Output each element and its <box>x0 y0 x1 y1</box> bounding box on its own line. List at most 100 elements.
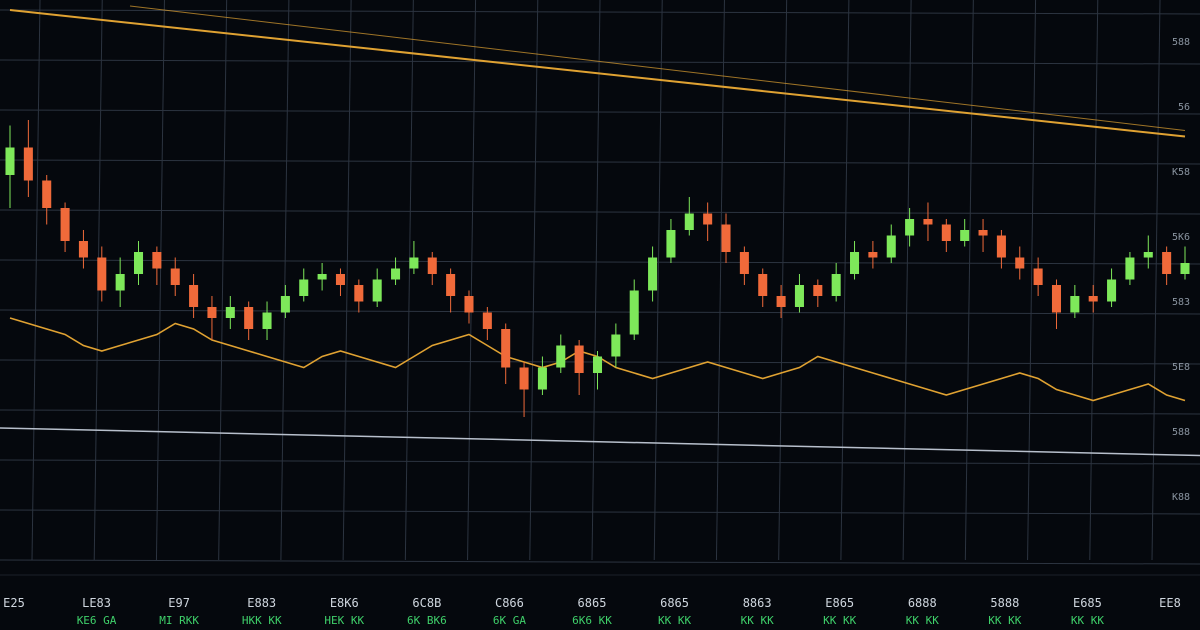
candle-body <box>280 296 290 313</box>
x-tick-sublabel: KK KK <box>906 614 939 627</box>
x-tick-label: 6888 <box>908 596 937 610</box>
x-tick-sublabel: KK KK <box>741 614 774 627</box>
candle-body <box>592 356 603 373</box>
chart-background <box>0 0 1200 630</box>
candle-body <box>648 257 658 291</box>
x-tick-label: C866 <box>495 596 524 610</box>
candle-body <box>1033 268 1043 285</box>
candle-body <box>684 213 694 230</box>
candle-body <box>23 147 33 181</box>
y-tick-label: 588 <box>1172 427 1190 438</box>
candle-body <box>501 329 511 368</box>
candle-body <box>354 285 364 302</box>
candle-body <box>905 219 915 236</box>
x-tick-label: EE8 <box>1159 596 1181 610</box>
candle-body <box>574 345 584 373</box>
x-tick-sublabel: HKK KK <box>242 614 282 627</box>
candle-body <box>133 252 144 274</box>
candle-body <box>1125 257 1135 280</box>
candle-body <box>1162 252 1172 274</box>
candle-body <box>611 334 621 357</box>
candle-body <box>831 274 841 296</box>
candle-body <box>794 285 804 307</box>
x-tick-label: 6C8B <box>412 596 441 610</box>
candle-body <box>1088 296 1098 302</box>
candle-body <box>556 345 566 368</box>
x-tick-label: 8863 <box>743 596 772 610</box>
candle-body <box>886 235 896 258</box>
x-tick-label: E97 <box>168 596 190 610</box>
x-tick-sublabel: KK KK <box>988 614 1021 627</box>
candle-body <box>941 224 951 241</box>
candle-body <box>1180 263 1190 274</box>
y-tick-label: K88 <box>1172 492 1190 503</box>
candle-body <box>409 257 419 269</box>
candle-body <box>1015 257 1025 269</box>
candle-body <box>996 235 1006 258</box>
candle-body <box>1051 285 1062 313</box>
candle-body <box>427 257 437 274</box>
y-tick-label: 5K6 <box>1172 232 1190 243</box>
x-tick-label: 6865 <box>578 596 607 610</box>
candle-body <box>170 268 180 285</box>
candle-body <box>335 274 345 285</box>
candle-body <box>189 285 199 307</box>
candle-body <box>225 307 235 318</box>
candle-body <box>317 274 327 280</box>
candle-body <box>446 274 456 296</box>
candle-body <box>960 230 970 241</box>
x-tick-sublabel: KK KK <box>1071 614 1104 627</box>
y-tick-label: 583 <box>1172 297 1190 308</box>
candle-body <box>207 307 217 318</box>
y-tick-label: 588 <box>1172 37 1190 48</box>
x-tick-label: E865 <box>825 596 854 610</box>
y-tick-label: 5E8 <box>1172 362 1190 373</box>
candle-body <box>813 285 823 296</box>
x-tick-sublabel: KK KK <box>658 614 691 627</box>
candle-body <box>776 296 786 307</box>
candle-body <box>721 224 731 252</box>
candle-body <box>372 279 382 302</box>
candle-body <box>537 367 547 390</box>
candle-body <box>923 219 933 225</box>
x-tick-sublabel: 6K BK6 <box>407 614 447 627</box>
candle-body <box>850 252 860 274</box>
candle-body <box>703 213 713 225</box>
candle-body <box>739 252 749 274</box>
candle-body <box>391 268 401 280</box>
candle-body <box>78 241 88 258</box>
candle-body <box>758 274 768 296</box>
candle-body <box>244 307 254 329</box>
candle-body <box>97 257 107 291</box>
candle-body <box>482 312 492 329</box>
candle-body <box>978 230 988 236</box>
y-tick-label: 56 <box>1178 102 1190 113</box>
candle-body <box>464 296 474 313</box>
x-tick-sublabel: MI RKK <box>159 614 199 627</box>
x-tick-sublabel: HEK KK <box>324 614 364 627</box>
x-tick-label: LE83 <box>82 596 111 610</box>
candle-body <box>42 180 52 208</box>
x-tick-sublabel: 6K GA <box>493 614 526 627</box>
candle-body <box>666 230 676 258</box>
x-tick-sublabel: KE6 GA <box>77 614 117 627</box>
x-tick-label: E8K6 <box>330 596 359 610</box>
x-tick-sublabel: 6K6 KK <box>572 614 612 627</box>
candle-body <box>1107 279 1117 302</box>
candle-body <box>115 274 125 291</box>
candle-body <box>60 208 70 241</box>
x-tick-label: 6865 <box>660 596 689 610</box>
candle-body <box>152 252 162 269</box>
candle-body <box>262 312 272 329</box>
candle-body <box>519 367 529 390</box>
x-tick-label: E883 <box>247 596 276 610</box>
x-tick-sublabel: KK KK <box>823 614 856 627</box>
y-tick-label: K58 <box>1172 167 1190 178</box>
candle-body <box>299 279 309 296</box>
x-tick-label: E685 <box>1073 596 1102 610</box>
candle-body <box>629 290 639 335</box>
candlestick-chart: 588 56 K58 5K6 583 5E8 588 K88 E25 LE83 KE6 GA E97… <box>0 0 1200 630</box>
candle-body <box>5 147 15 175</box>
candle-body <box>868 252 878 258</box>
candle-body <box>1143 252 1153 258</box>
